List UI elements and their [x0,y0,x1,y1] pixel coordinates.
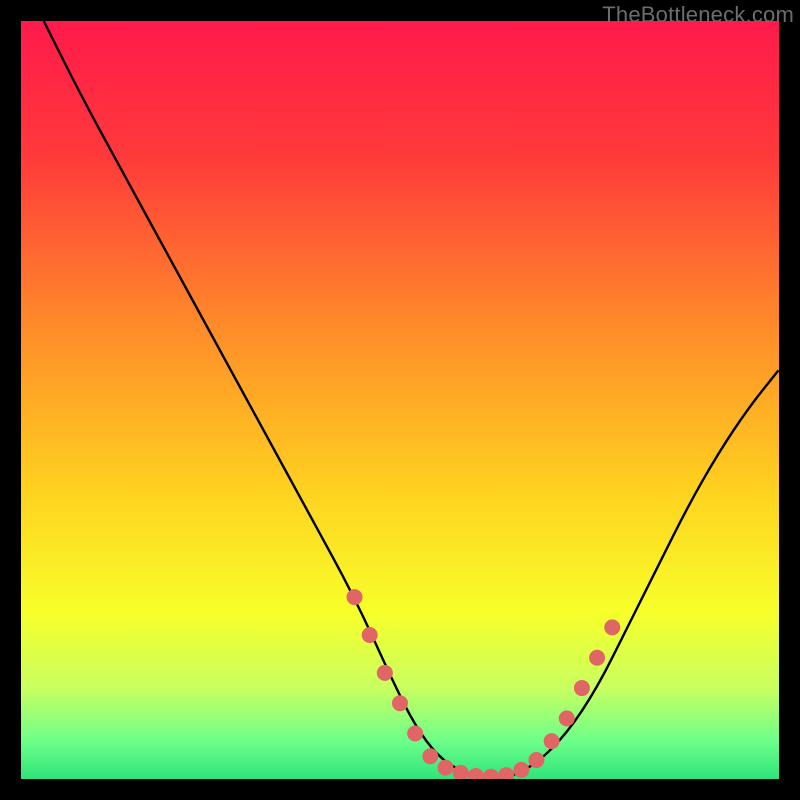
highlight-dot [574,680,590,696]
chart-frame [21,21,779,779]
highlight-dot [392,695,408,711]
highlight-dot [604,619,620,635]
highlight-dot [589,650,605,666]
highlight-dot [513,762,529,778]
highlight-dot [362,627,378,643]
bottleneck-chart [21,21,779,779]
highlight-dot [528,752,544,768]
highlight-dot [407,726,423,742]
watermark-text: TheBottleneck.com [602,2,794,28]
highlight-dot [544,733,560,749]
highlight-dot [347,589,363,605]
highlight-dot [437,760,453,776]
highlight-dot [422,748,438,764]
chart-background-gradient [21,21,779,779]
highlight-dot [377,665,393,681]
highlight-dot [559,710,575,726]
